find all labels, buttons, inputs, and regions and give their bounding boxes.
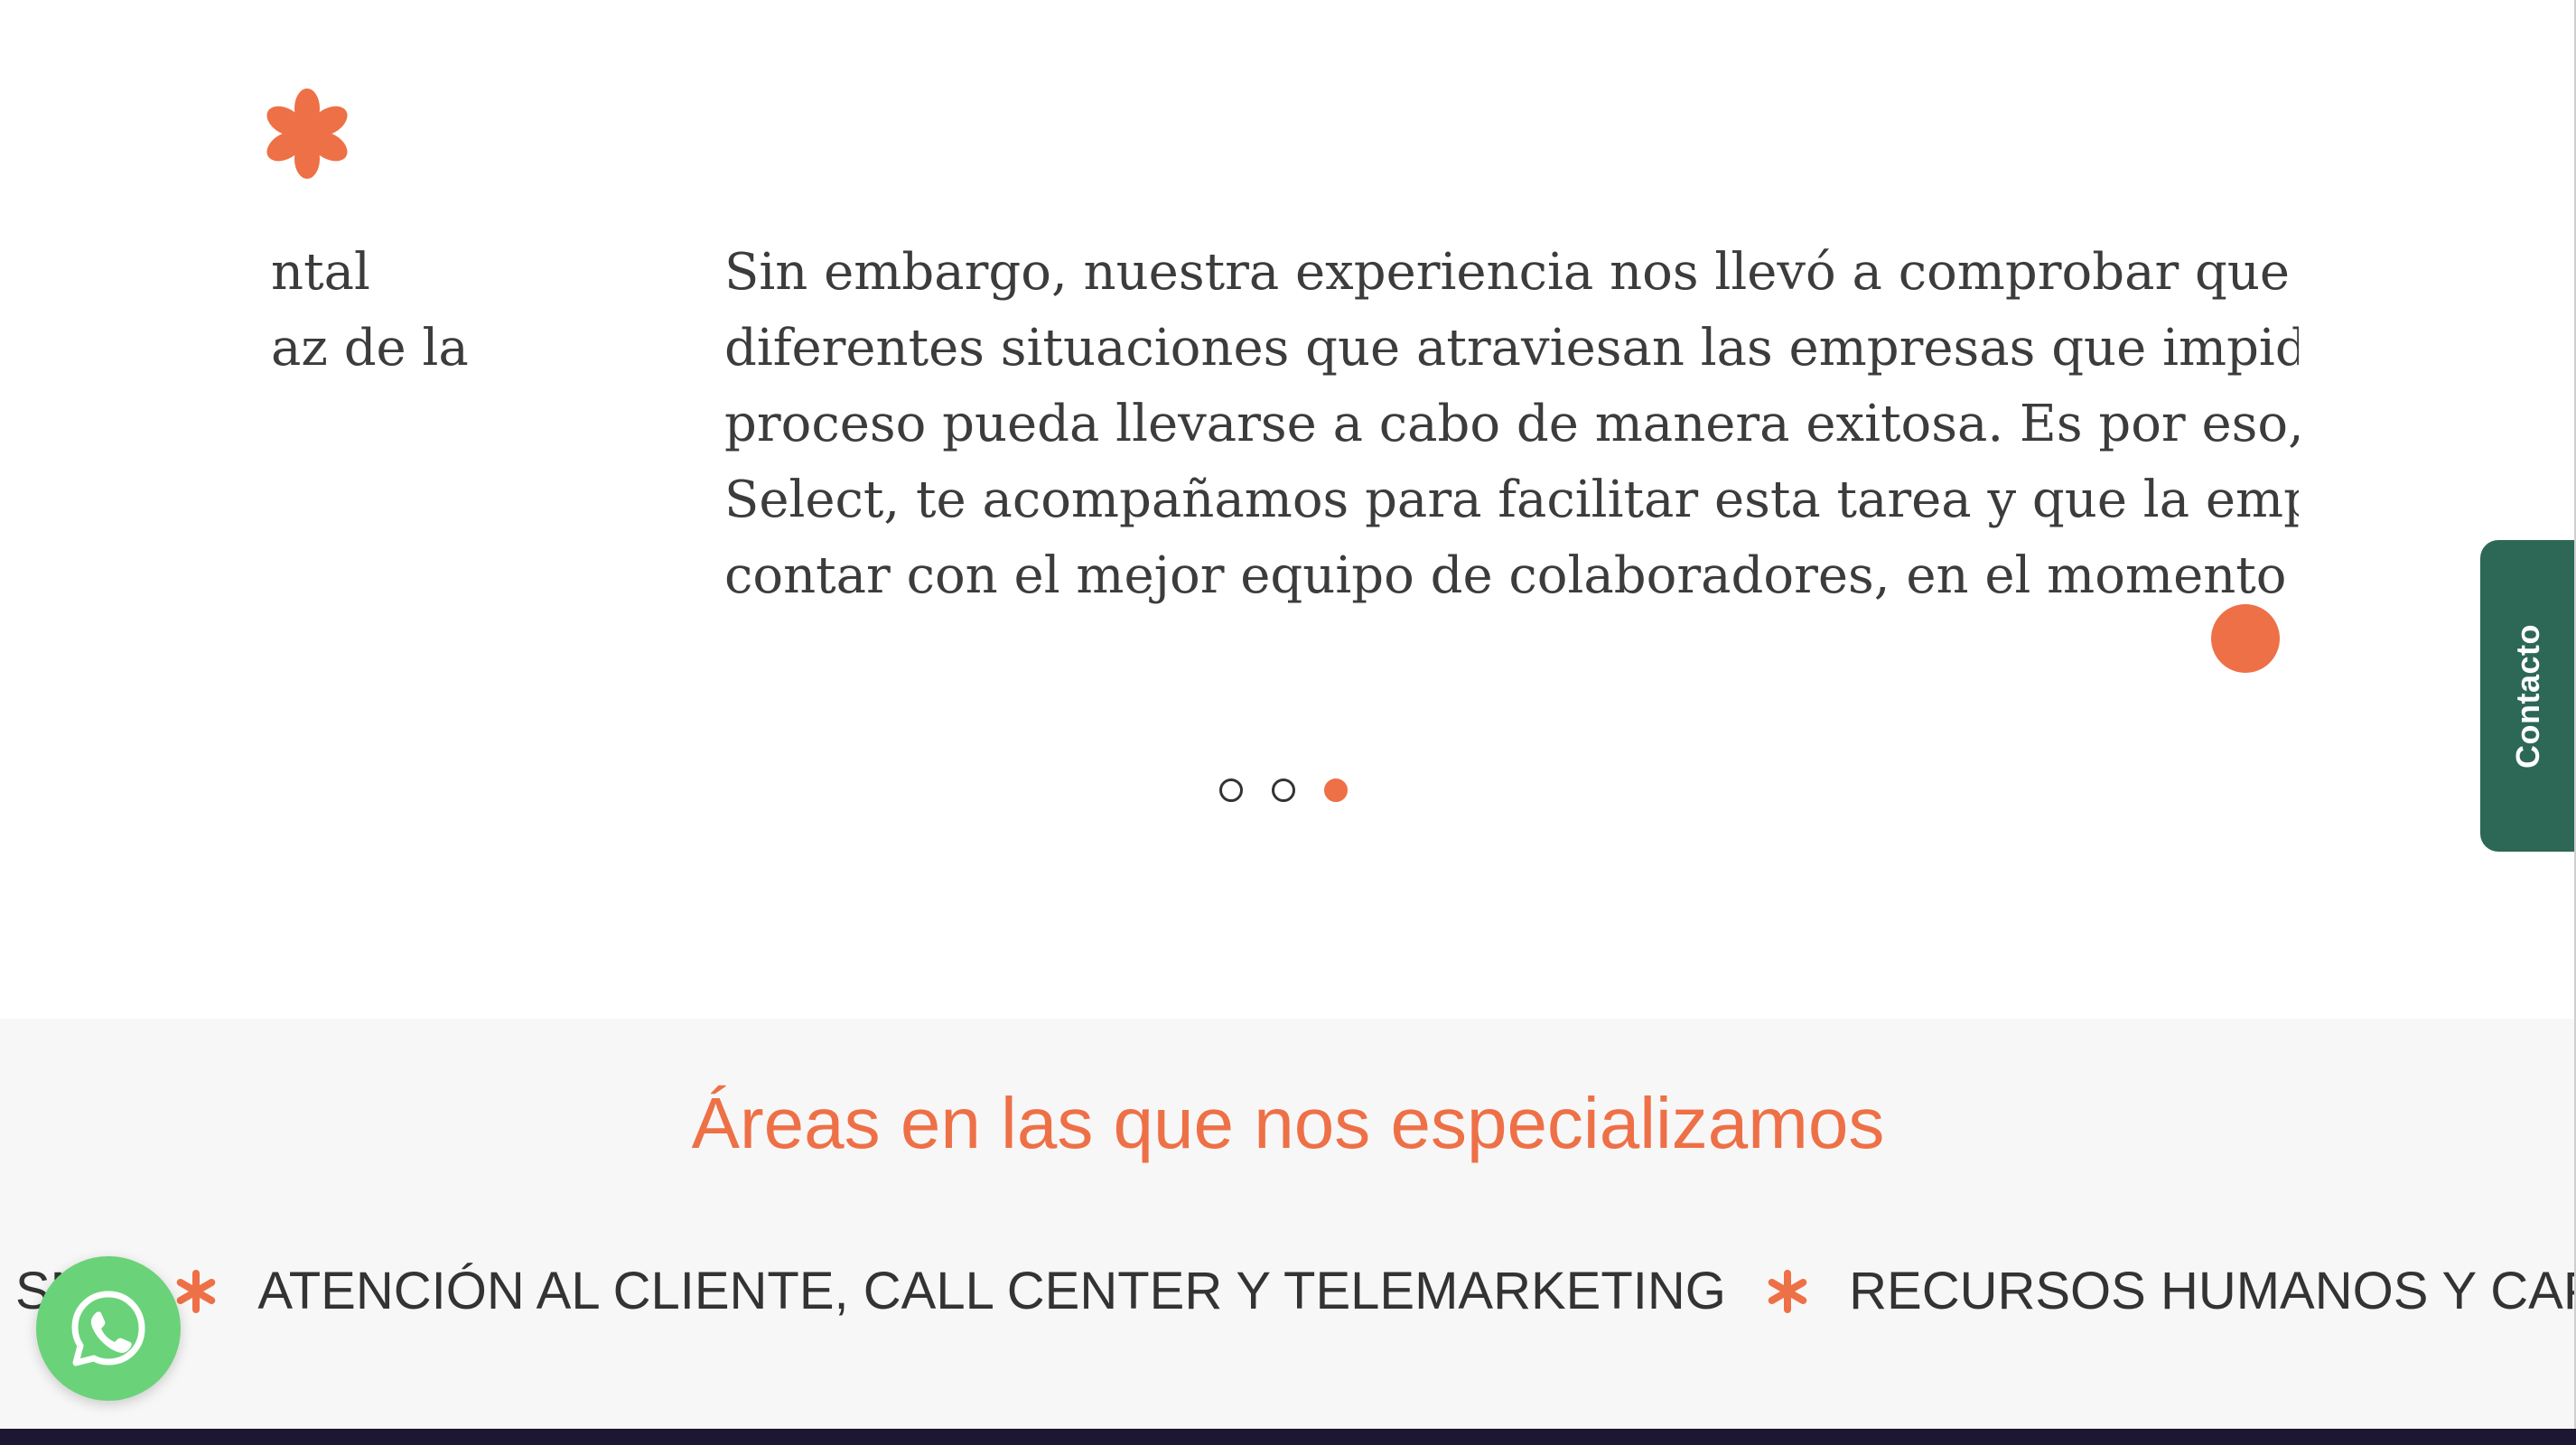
slide-previous: ntal az de la xyxy=(271,235,469,387)
slide-line: Select, te acompañamos para facilitar es… xyxy=(724,471,2299,529)
slide-line: ntal xyxy=(271,243,370,302)
area-item: RECURSOS HUMANOS Y CAPACITACIÓN xyxy=(1849,1261,2576,1320)
whatsapp-icon xyxy=(71,1291,145,1366)
decorative-dot xyxy=(2211,604,2280,673)
whatsapp-button[interactable] xyxy=(36,1256,181,1401)
contact-tab[interactable]: Contacto xyxy=(2480,540,2576,852)
marquee-track: SMO ATENCIÓN AL CLIENTE, CALL CENTER Y T… xyxy=(15,1238,2576,1338)
contact-tab-label: Contacto xyxy=(2509,623,2546,769)
asterisk-icon xyxy=(266,89,348,179)
slide-line: Sin embargo, nuestra experiencia nos lle… xyxy=(724,243,2299,302)
pager-dot-2[interactable] xyxy=(1272,778,1295,802)
slide-line: az de la xyxy=(271,319,469,378)
pager-dot-3[interactable] xyxy=(1324,778,1348,802)
asterisk-icon xyxy=(1768,1269,1807,1313)
page: ntal az de la Sin embargo, nuestra exper… xyxy=(0,0,2576,1429)
slide-line: diferentes situaciones que atraviesan la… xyxy=(724,319,2299,378)
areas-section: Áreas en las que nos especializamos SMO … xyxy=(0,1019,2576,1429)
areas-marquee: SMO ATENCIÓN AL CLIENTE, CALL CENTER Y T… xyxy=(0,1238,2576,1338)
area-item: ATENCIÓN AL CLIENTE, CALL CENTER Y TELEM… xyxy=(257,1261,1726,1320)
asterisk-icon xyxy=(176,1269,216,1313)
areas-title: Áreas en las que nos especializamos xyxy=(691,1083,1885,1163)
slide-line: proceso pueda llevarse a cabo de manera … xyxy=(724,395,2299,453)
testimonial-slider[interactable]: ntal az de la Sin embargo, nuestra exper… xyxy=(271,235,2299,632)
slide-line: contar con el mejor equipo de colaborado… xyxy=(724,546,2299,605)
pager-dot-1[interactable] xyxy=(1219,778,1243,802)
slide-current: Sin embargo, nuestra experiencia nos lle… xyxy=(724,235,2299,614)
